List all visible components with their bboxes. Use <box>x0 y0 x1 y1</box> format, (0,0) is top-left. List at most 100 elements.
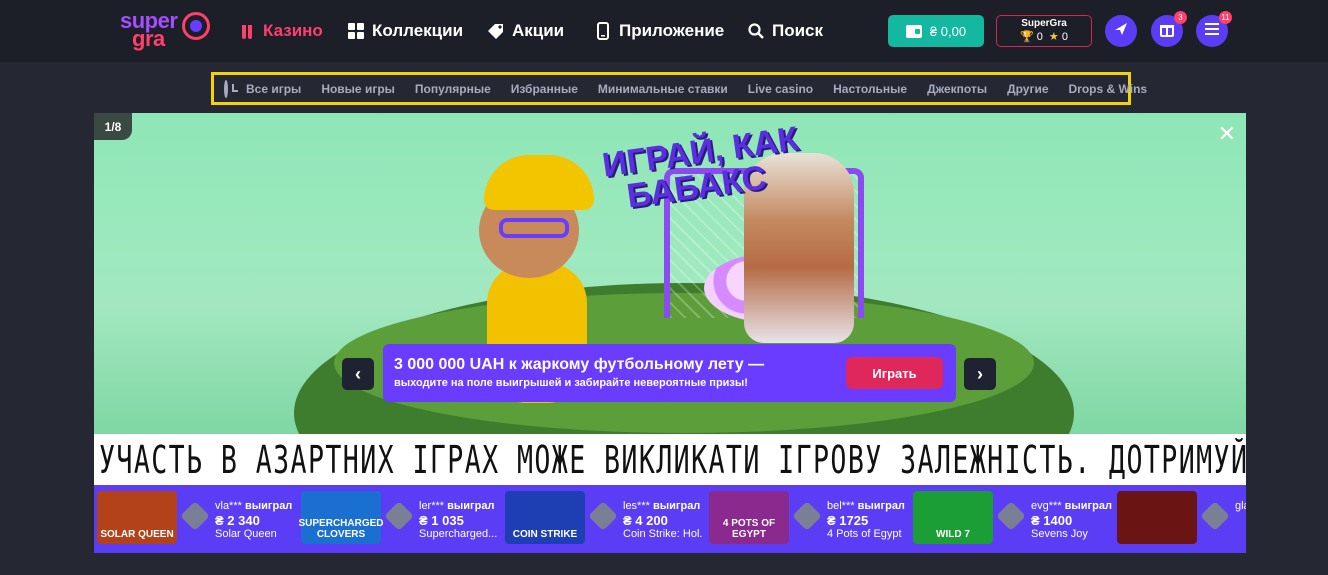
user-avatar-icon <box>180 501 210 531</box>
nav-app-label: Приложение <box>619 21 725 40</box>
gift-icon <box>1159 21 1175 42</box>
winner-amount: ₴ 1725 <box>827 513 869 528</box>
chevron-right-icon: › <box>977 363 983 384</box>
category-popular[interactable]: Популярные <box>415 82 491 96</box>
rocket-icon <box>1113 21 1129 42</box>
winner-name: evg*** <box>1031 500 1062 512</box>
phone-icon <box>593 21 613 41</box>
winner-name: vla*** <box>215 500 242 512</box>
winner-amount: ₴ 2 340 <box>215 513 260 528</box>
star-count: 0 <box>1061 31 1068 43</box>
category-all-games[interactable]: Все игры <box>246 82 301 96</box>
close-icon[interactable]: ✕ <box>1218 121 1236 147</box>
winner-action: выиграл <box>857 500 905 512</box>
star-icon: ★ <box>1048 31 1059 43</box>
winner-game: Solar Queen <box>215 528 277 540</box>
user-avatar-icon <box>792 501 822 531</box>
promo-title: 3 000 000 UAH к жаркому футбольному лету… <box>394 356 765 373</box>
winner-name: ler*** <box>419 500 445 512</box>
winner-user: gla*** <box>1235 500 1246 512</box>
wallet-balance-button[interactable]: ₴ 0,00 <box>888 15 984 47</box>
winner-amount: ₴ 1400 <box>1031 513 1073 528</box>
category-other[interactable]: Другие <box>1007 82 1048 96</box>
category-jackpots[interactable]: Джекпоты <box>927 82 987 96</box>
promo-subtitle: выходите на поле выигрышей и забирайте н… <box>394 377 748 389</box>
winner-action: выиграл <box>447 500 495 512</box>
trophy-count: 0 <box>1036 31 1043 43</box>
next-slide-button[interactable]: › <box>964 358 996 390</box>
prev-slide-button[interactable]: ‹ <box>342 358 374 390</box>
logo-text-bottom: gra <box>132 26 165 51</box>
profile-box[interactable]: SuperGra 🏆 0 ★ 0 <box>996 15 1092 47</box>
nav-collections[interactable]: Коллекции <box>346 19 463 43</box>
chevron-left-icon: ‹ <box>355 363 361 384</box>
winner-game: Coin Strike: Hol... <box>623 528 703 540</box>
gift-button[interactable]: 3 <box>1151 11 1187 47</box>
game-thumbnail[interactable]: SUPERCHARGED CLOVERS <box>299 491 384 544</box>
banner-bear-hat <box>484 155 594 210</box>
wallet-icon <box>905 24 922 38</box>
supergra-logo[interactable]: super gra <box>120 8 215 51</box>
game-thumbnail[interactable] <box>1117 491 1197 544</box>
category-min-bets[interactable]: Минимальные ставки <box>598 82 728 96</box>
nav-search[interactable]: Поиск <box>746 19 823 43</box>
category-drops-wins[interactable]: Drops & Wins <box>1069 82 1148 96</box>
user-avatar-icon <box>384 501 414 531</box>
winner-user: vla*** выиграл <box>215 500 292 512</box>
winner-game: 4 Pots of Egypt <box>827 528 902 540</box>
category-live-casino[interactable]: Live casino <box>748 82 813 96</box>
logo-ball-icon <box>182 12 210 40</box>
gift-badge: 3 <box>1174 11 1187 24</box>
category-table[interactable]: Настольные <box>833 82 907 96</box>
nav-app[interactable]: Приложение <box>593 19 724 43</box>
trophy-icon: 🏆 <box>1020 31 1034 43</box>
nav-search-label: Поиск <box>772 21 824 40</box>
rocket-button[interactable] <box>1105 15 1137 47</box>
winner-user: les*** выиграл <box>623 500 700 512</box>
winner-game: Sevens Joy <box>1031 528 1088 540</box>
promo-banner: ИГРАЙ, КАК БАБАКС 1/8 ✕ ‹ 3 000 000 UAH … <box>94 113 1246 434</box>
winner-user: bel*** выиграл <box>827 500 905 512</box>
winner-game: Supercharged... <box>419 528 498 540</box>
menu-button[interactable]: 11 <box>1196 11 1232 47</box>
winner-amount: ₴ 1 035 <box>419 513 464 528</box>
history-icon[interactable] <box>224 79 238 98</box>
play-button[interactable]: Играть <box>846 357 943 389</box>
user-avatar-icon <box>1200 501 1230 531</box>
game-thumbnail[interactable]: COIN STRIKE <box>505 491 585 544</box>
slide-counter: 1/8 <box>94 113 132 140</box>
winner-action: выиграл <box>244 500 293 512</box>
winner-amount: ₴ 4 200 <box>623 513 668 528</box>
responsible-gaming-warning: УЧАСТЬ В АЗАРТНИХ ІГРАХ МОЖЕ ВИКЛИКАТИ І… <box>94 434 1246 485</box>
user-avatar-icon <box>996 501 1026 531</box>
category-bar: Все игры Новые игры Популярные Избранные… <box>211 72 1147 105</box>
hamburger-icon <box>1205 22 1219 40</box>
winner-name: gla*** <box>1235 500 1246 512</box>
winner-name: bel*** <box>827 500 855 512</box>
balance-value: ₴ 0,00 <box>929 23 967 39</box>
profile-stats: 🏆 0 ★ 0 <box>997 30 1091 43</box>
game-thumbnail[interactable]: SOLAR QUEEN <box>97 491 177 544</box>
top-header: super gra Казино Коллекции Акции Приложе… <box>0 0 1328 62</box>
warning-text: УЧАСТЬ В АЗАРТНИХ ІГРАХ МОЖЕ ВИКЛИКАТИ І… <box>99 438 1246 482</box>
nav-collections-label: Коллекции <box>372 21 464 40</box>
game-thumbnail[interactable]: WILD 7 <box>913 491 993 544</box>
category-favorites[interactable]: Избранные <box>511 82 578 96</box>
winner-action: выиграл <box>652 500 701 512</box>
nav-casino[interactable]: Казино <box>237 19 323 43</box>
promo-card: 3 000 000 UAH к жаркому футбольному лету… <box>383 344 956 402</box>
recent-winners-strip: SOLAR QUEEN vla*** выиграл ₴ 2 340 Solar… <box>94 485 1246 553</box>
winner-name: les*** <box>623 500 650 512</box>
winner-user: evg*** выиграл <box>1031 500 1112 512</box>
profile-name: SuperGra <box>1021 18 1067 29</box>
nav-promotions-label: Акции <box>512 21 565 40</box>
nav-casino-label: Казино <box>263 21 323 40</box>
search-icon <box>746 21 766 41</box>
category-new-games[interactable]: Новые игры <box>321 82 395 96</box>
winner-user: ler*** выиграл <box>419 500 494 512</box>
tag-icon <box>486 21 506 41</box>
nav-promotions[interactable]: Акции <box>486 19 564 43</box>
game-thumbnail[interactable]: 4 POTS OF EGYPT <box>709 491 789 544</box>
casino-icon <box>237 21 257 41</box>
banner-bear-glasses <box>499 218 569 238</box>
